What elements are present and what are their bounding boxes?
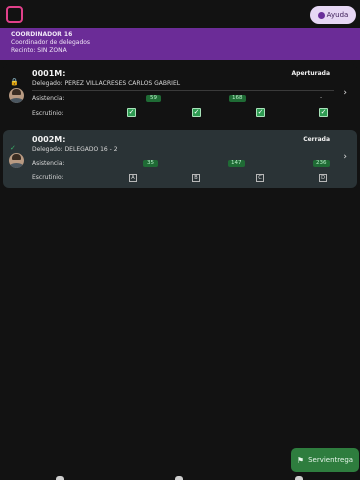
nav-home-icon[interactable] (56, 476, 64, 480)
help-button[interactable]: Ayuda (310, 6, 356, 24)
chevron-right-icon[interactable]: › (343, 152, 347, 162)
scrutiny-box: B (192, 174, 200, 182)
scrutiny-label: Escrutinio: (32, 110, 64, 117)
attendance-label: Asistencia: (32, 95, 65, 102)
attendance-count: 59 (146, 95, 161, 102)
attendance-count: 168 (229, 95, 246, 102)
delegate-name: Delegado: DELEGADO 16 - 2 (32, 146, 118, 153)
attendance-count: 147 (228, 160, 245, 167)
scrutiny-checked-icon: ✓ (192, 108, 201, 117)
scrutiny-checked-icon: ✓ (319, 108, 328, 117)
nav-list-icon[interactable] (175, 476, 183, 480)
delivery-icon: ⚑ (296, 455, 305, 465)
avatar (9, 88, 24, 103)
servientrega-button[interactable]: ⚑ Servientrega (291, 448, 359, 472)
table-code: 0001M: (32, 69, 66, 78)
coordinator-role: Coordinador de delegados (11, 39, 91, 46)
app-logo-icon[interactable] (6, 6, 23, 23)
nav-settings-icon[interactable] (295, 476, 303, 480)
coordinator-site: Recinto: SIN ZONA (11, 47, 67, 54)
avatar (9, 153, 24, 168)
scrutiny-box: C (256, 174, 264, 182)
scrutiny-checked-icon: ✓ (127, 108, 136, 117)
servientrega-label: Servientrega (308, 456, 354, 464)
top-bar: Ayuda (0, 0, 360, 28)
table-card[interactable]: 🔒 0001M: Aperturada Delegado: PEREZ VILL… (3, 64, 357, 124)
attendance-label: Asistencia: (32, 160, 65, 167)
chevron-right-icon[interactable]: › (343, 88, 347, 98)
table-card[interactable]: ✓ 0002M: Cerrada Delegado: DELEGADO 16 -… (3, 130, 357, 188)
table-code: 0002M: (32, 135, 66, 144)
scrutiny-label: Escrutinio: (32, 174, 64, 181)
scrutiny-box: A (129, 174, 137, 182)
attendance-count: 35 (143, 160, 158, 167)
help-label: Ayuda (326, 11, 349, 19)
delegate-name: Delegado: PEREZ VILLACRESES CARLOS GABRI… (32, 80, 181, 87)
attendance-count: - (320, 94, 323, 101)
attendance-count: 236 (313, 160, 330, 167)
status-badge: Cerrada (303, 136, 330, 143)
scrutiny-checked-icon: ✓ (256, 108, 265, 117)
coordinator-banner: COORDINADOR 16 Coordinador de delegados … (0, 28, 360, 60)
divider (32, 90, 334, 91)
lock-icon: 🔒 (10, 78, 19, 86)
status-badge: Aperturada (291, 70, 330, 77)
check-icon: ✓ (10, 144, 16, 152)
scrutiny-box: D (319, 174, 327, 182)
help-icon (317, 11, 325, 19)
coordinator-name: COORDINADOR 16 (11, 31, 73, 38)
